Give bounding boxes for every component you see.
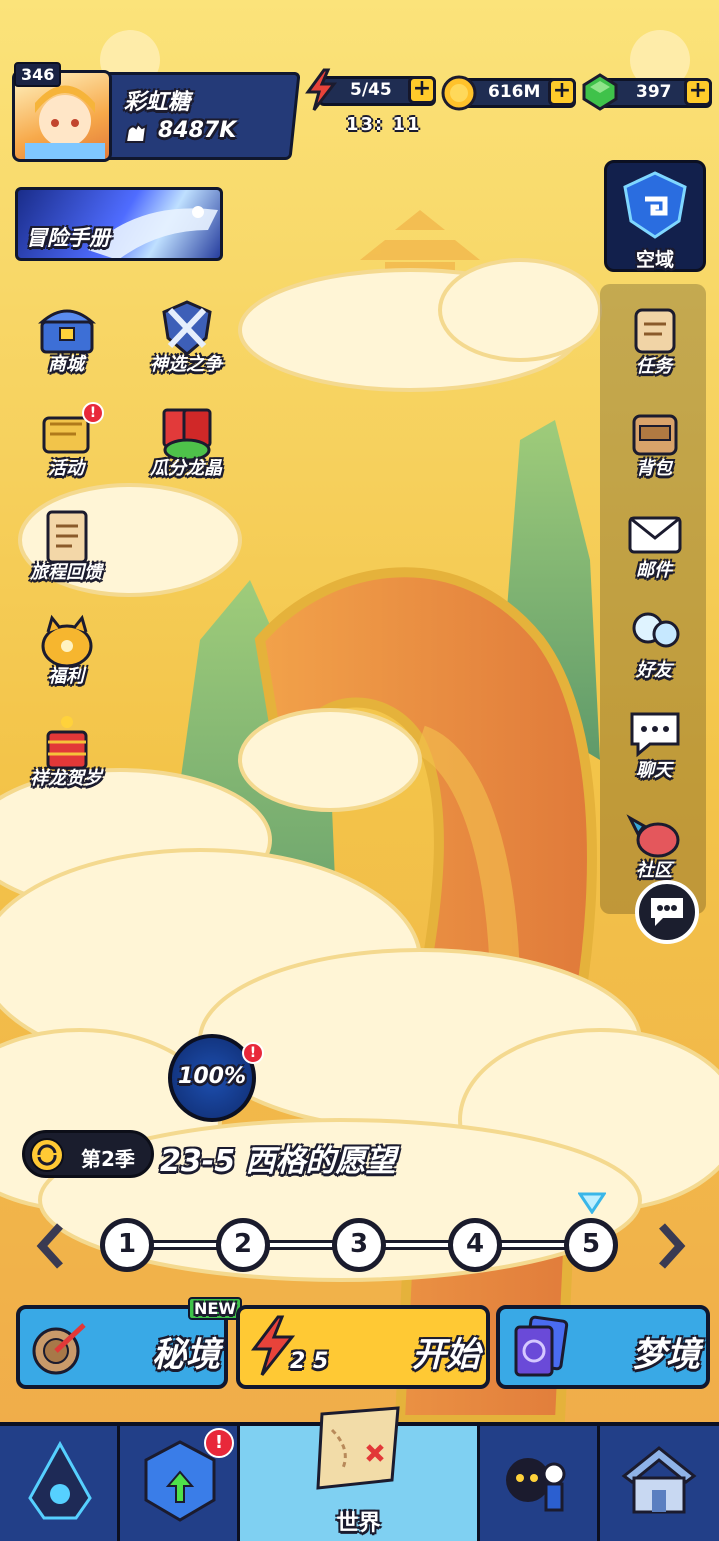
menu-label: 邮件	[636, 560, 672, 581]
guild-house-icon	[621, 1446, 697, 1514]
character-duo-icon	[506, 1458, 566, 1512]
energy-resource: 5/45 +	[304, 68, 438, 111]
secret-realm-label: 秘境	[152, 1335, 220, 1375]
menu-label: 聊天	[636, 760, 672, 781]
next-chapter-arrow[interactable]	[654, 1222, 686, 1274]
menu-chat[interactable]: 聊天	[604, 704, 704, 800]
nav-upgrade[interactable]: !	[120, 1426, 240, 1541]
combat-power-value: 8487K	[158, 118, 237, 143]
menu-dragon-new-year[interactable]: 祥龙贺岁	[16, 712, 116, 808]
menu-friends[interactable]: 好友	[604, 604, 704, 700]
bottom-navigation: ! 世界	[0, 1406, 719, 1541]
stage-step[interactable]: 2	[216, 1218, 270, 1272]
combat-power-icon	[124, 122, 148, 143]
secret-realm-button[interactable]: 秘境 NEW	[16, 1297, 242, 1389]
menu-label: 社区	[636, 860, 672, 881]
menu-label: 瓜分龙晶	[150, 458, 222, 479]
energy-plus-button[interactable]: +	[408, 76, 436, 104]
menu-label: 任务	[636, 356, 672, 377]
menu-events[interactable]: ! 活动	[16, 402, 116, 498]
season-refresh-icon	[30, 1138, 64, 1172]
progress-alert-badge: !	[242, 1042, 264, 1064]
previous-chapter-arrow[interactable]	[36, 1222, 68, 1274]
nav-guild[interactable]	[600, 1426, 719, 1541]
menu-label: 神选之争	[150, 354, 222, 375]
season-badge[interactable]: 第2季	[22, 1130, 154, 1178]
nav-alert-badge: !	[204, 1428, 234, 1458]
menu-label: 活动	[48, 458, 84, 479]
energy-bolt-icon	[305, 68, 338, 111]
menu-mail[interactable]: 邮件	[604, 504, 704, 600]
sky-domain-button[interactable]: 空域	[604, 160, 706, 272]
menu-shop[interactable]: 商城	[16, 298, 116, 394]
menu-label: 旅程回馈	[30, 562, 102, 583]
menu-label: 祥龙贺岁	[30, 768, 102, 789]
menu-journey-rewards[interactable]: 旅程回馈	[16, 506, 116, 602]
chevron-right-icon	[659, 1223, 686, 1269]
start-label: 开始	[412, 1335, 480, 1375]
gem-resource: 397 +	[580, 73, 714, 112]
adventure-manual-label: 冒险手册	[26, 226, 110, 250]
gold-coin-icon	[441, 75, 477, 111]
stage-progress-value: 100%	[178, 1064, 246, 1089]
stage-step-current[interactable]: 5	[564, 1218, 618, 1272]
player-level: 346	[14, 62, 62, 87]
stage-step[interactable]: 4	[448, 1218, 502, 1272]
menu-backpack[interactable]: 背包	[604, 402, 704, 498]
player-profile[interactable]: 346 彩虹糖 8487K	[12, 62, 301, 162]
chevron-left-icon	[36, 1223, 63, 1269]
hero-crystal-icon	[28, 1440, 92, 1520]
menu-label: 背包	[636, 458, 672, 479]
target-dart-icon	[32, 1323, 86, 1375]
gold-value: 616M	[488, 82, 541, 102]
events-alert-badge: !	[82, 402, 104, 424]
menu-split-dragon-crystal[interactable]: 瓜分龙晶	[136, 402, 236, 498]
energy-bolt-icon	[251, 1315, 296, 1376]
stage-step[interactable]: 1	[100, 1218, 154, 1272]
start-energy-cost: 2 5	[290, 1349, 329, 1374]
season-label: 第2季	[81, 1147, 135, 1171]
menu-label: 福利	[48, 666, 84, 687]
dream-realm-button[interactable]: 梦境	[496, 1305, 710, 1389]
sky-domain-label: 空域	[635, 249, 674, 271]
gold-resource: 616M +	[440, 74, 578, 112]
chat-dots-icon	[651, 898, 683, 926]
gem-value: 397	[636, 82, 672, 102]
floating-chat-button[interactable]	[635, 880, 699, 944]
start-button[interactable]: 2 5 开始	[236, 1305, 490, 1389]
current-step-marker-icon	[578, 1192, 606, 1214]
stage-step[interactable]: 3	[332, 1218, 386, 1272]
energy-timer: 13: 11	[346, 114, 422, 135]
player-nickname: 彩虹糖	[124, 90, 191, 115]
stage-step-track: 1 2 3 4 5	[100, 1218, 620, 1272]
stage-name: 23-5 西格的愿望	[160, 1144, 396, 1179]
menu-label: 商城	[48, 354, 84, 375]
gold-plus-button[interactable]: +	[548, 78, 576, 106]
dream-realm-label: 梦境	[632, 1335, 700, 1375]
menu-divine-contest[interactable]: 神选之争	[136, 298, 236, 394]
dream-cards-icon	[514, 1315, 569, 1377]
menu-welfare[interactable]: 福利	[16, 610, 116, 706]
gem-icon	[582, 73, 618, 111]
adventure-manual-banner[interactable]: 冒险手册	[15, 187, 223, 261]
nav-hero[interactable]	[0, 1426, 120, 1541]
gem-plus-button[interactable]: +	[684, 78, 712, 106]
sky-domain-emblem-icon	[623, 171, 687, 239]
nav-world[interactable]: 世界	[240, 1406, 480, 1541]
menu-label: 好友	[636, 660, 672, 681]
treasure-map-icon	[316, 1406, 400, 1490]
menu-quests[interactable]: 任务	[604, 300, 704, 396]
nav-world-label: 世界	[336, 1511, 381, 1536]
energy-value: 5/45	[350, 80, 392, 100]
nav-characters[interactable]	[480, 1426, 600, 1541]
new-badge: NEW	[188, 1297, 242, 1320]
